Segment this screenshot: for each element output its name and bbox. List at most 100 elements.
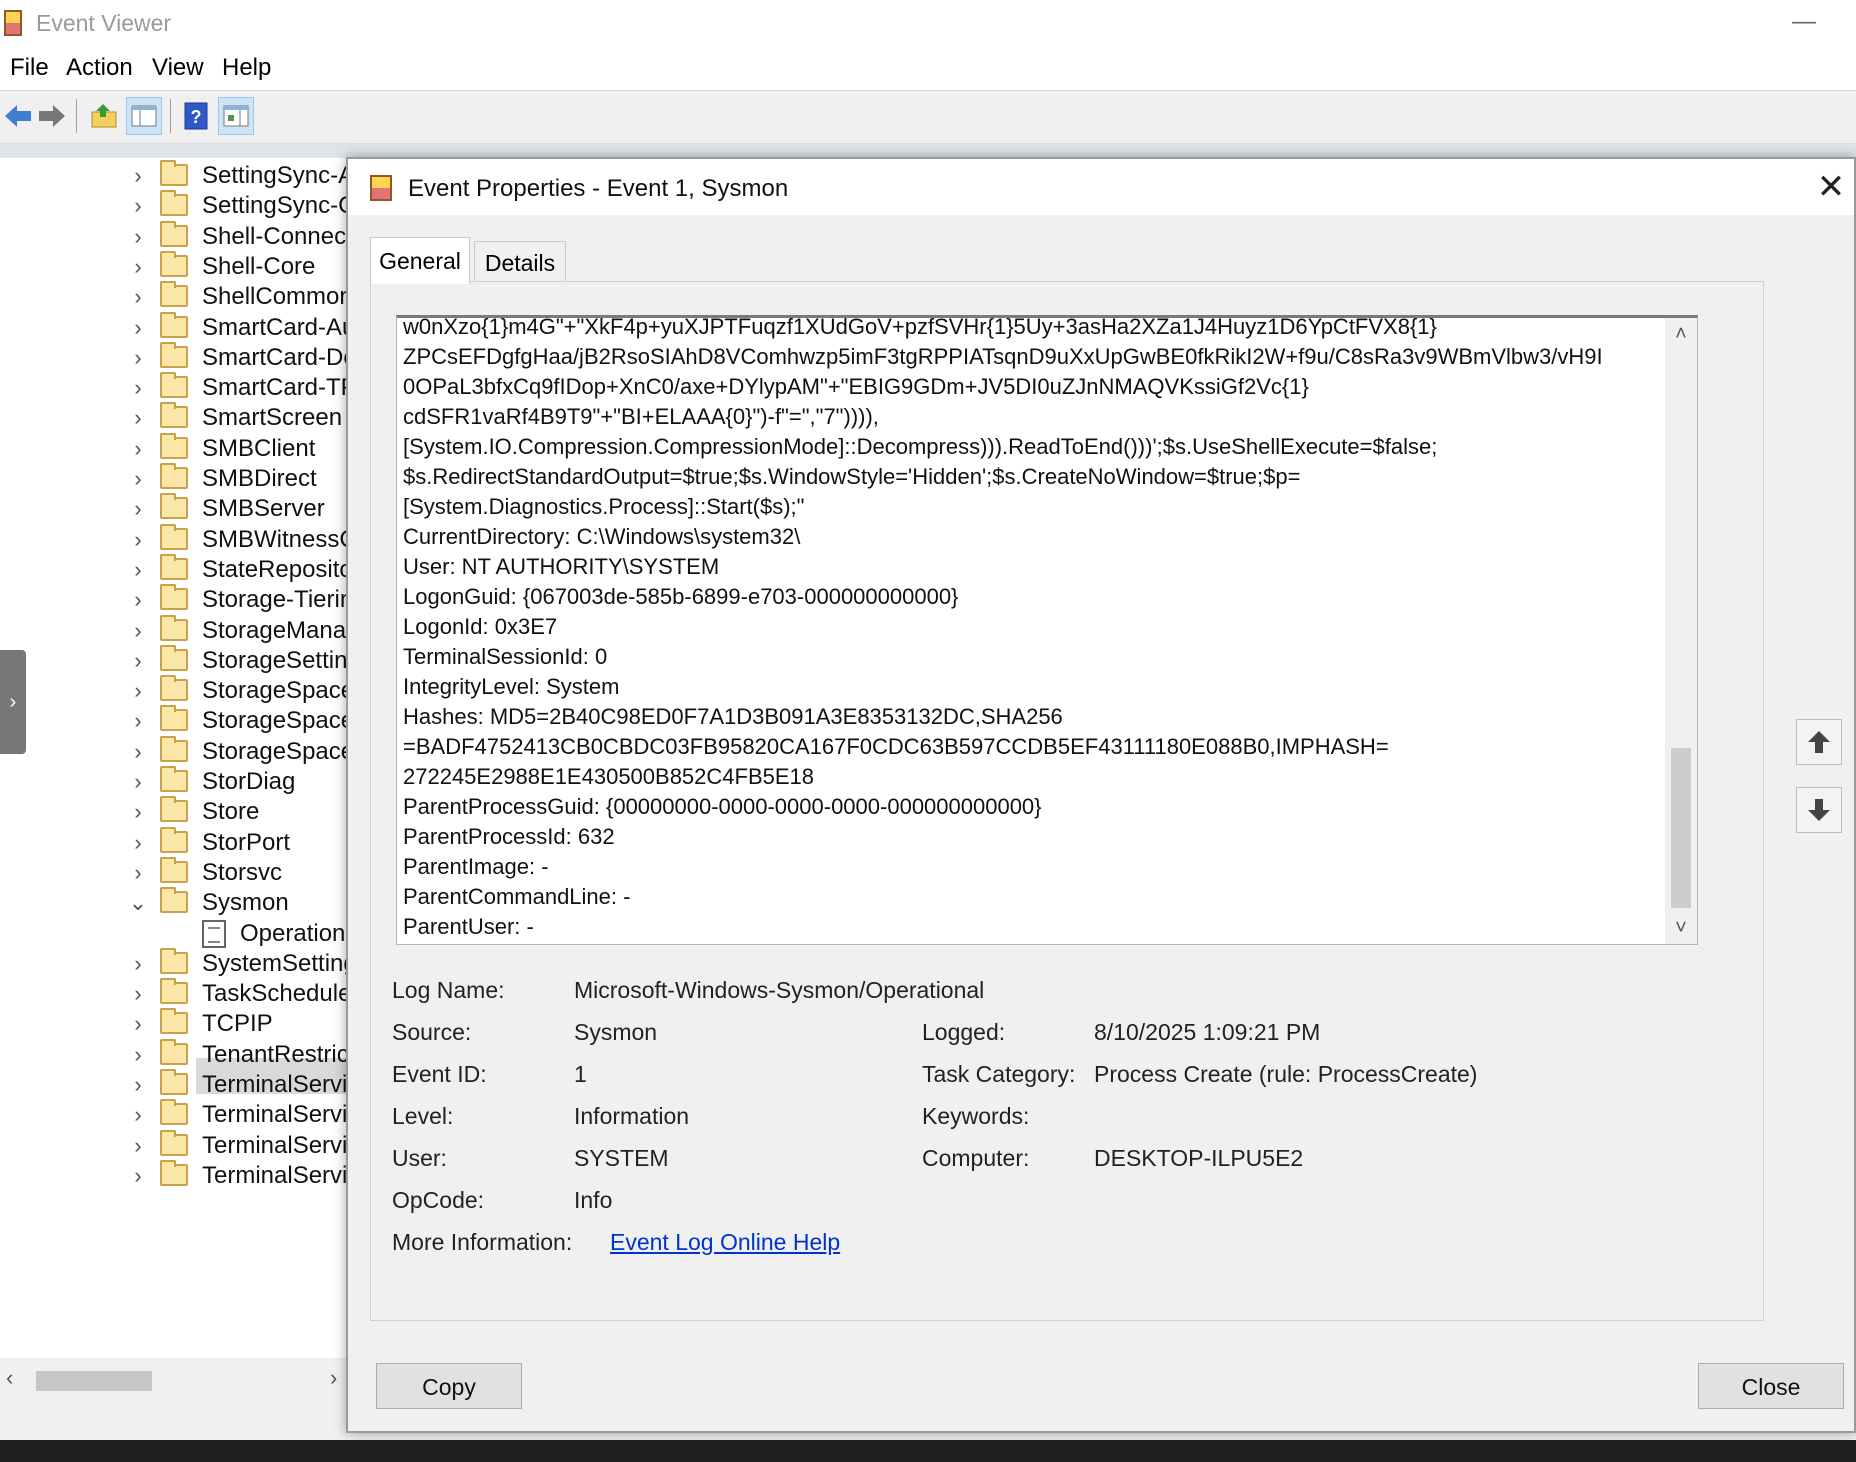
level-label: Level: [392, 1103, 454, 1129]
help-button[interactable]: ? [178, 97, 214, 135]
menu-action[interactable]: Action [66, 54, 133, 82]
description-line: User: NT AUTHORITY\SYSTEM [403, 554, 720, 579]
description-line: w0nXzo{1}m4G"+"XkF4p+yuXJPTFuqzf1XUdGoV+… [403, 314, 1437, 339]
folder-icon [160, 978, 188, 1005]
folder-icon [160, 1008, 188, 1035]
dialog-close-button[interactable]: ✕ [1808, 165, 1854, 209]
folder-icon [160, 584, 188, 611]
tree-item-label: Storsvc [202, 858, 283, 886]
menu-help[interactable]: Help [222, 54, 271, 82]
folder-icon [160, 493, 188, 520]
tree-item-label: Shell-Connect [202, 222, 353, 250]
menu-view[interactable]: View [152, 54, 204, 82]
folder-icon [160, 523, 188, 550]
tree-item-label: StateReposito [202, 555, 353, 583]
description-line: $s.RedirectStandardOutput=$true;$s.Windo… [403, 464, 1301, 489]
folder-icon [160, 614, 188, 641]
tree-scroll-thumb[interactable] [36, 1371, 152, 1391]
tree-item-label: Operational [240, 919, 353, 947]
back-arrow-icon [5, 105, 31, 127]
tree-item-label: TerminalServic [202, 1101, 353, 1129]
tree-item-label: Sysmon [202, 889, 289, 917]
description-line: 272245E2988E1E430500B852C4FB5E18 [403, 764, 815, 789]
up-level-button[interactable] [86, 97, 122, 135]
folder-icon [160, 1038, 188, 1065]
minimize-button[interactable]: — [1782, 4, 1826, 40]
toolbar-separator [76, 99, 77, 133]
folder-icon [160, 190, 188, 217]
folder-icon [160, 432, 188, 459]
toolbar: ? [0, 91, 1856, 144]
event-log-icon [202, 919, 226, 948]
chevron-right-icon[interactable]: › [128, 1158, 148, 1194]
show-hide-console-tree-button[interactable] [126, 97, 162, 135]
tree-item-label: SMBServer [202, 495, 325, 523]
logged-label: Logged: [922, 1019, 1006, 1045]
folder-icon [160, 311, 188, 338]
scroll-down-icon[interactable]: ˅ [1665, 916, 1697, 940]
description-line: ParentProcessGuid: {00000000-0000-0000-0… [403, 794, 1042, 819]
logged-value: 8/10/2025 1:09:21 PM [1094, 1019, 1321, 1045]
description-line: 0OPaL3bfxCq9fIDop+XnC0/axe+DYlypAM"+"EBI… [403, 374, 1309, 399]
tree-item-label: StorageSpaces [202, 737, 353, 765]
tree-horizontal-scrollbar[interactable]: ‹ › [0, 1363, 352, 1397]
tree-item-folder[interactable]: › TerminalServic [0, 1158, 352, 1194]
show-hide-action-pane-button[interactable] [218, 97, 254, 135]
scroll-up-icon[interactable]: ˄ [1665, 322, 1697, 346]
tree-item-label: TenantRestrict [202, 1040, 353, 1068]
folder-icon [160, 220, 188, 247]
event-description-text[interactable]: w0nXzo{1}m4G"+"XkF4p+yuXJPTFuqzf1XUdGoV+… [403, 312, 1661, 942]
more-information-label: More Information: [392, 1229, 573, 1255]
scroll-left-icon[interactable]: ‹ [6, 1365, 13, 1391]
scroll-right-icon[interactable]: › [330, 1365, 337, 1391]
user-label: User: [392, 1145, 447, 1171]
event-description-box[interactable]: w0nXzo{1}m4G"+"XkF4p+yuXJPTFuqzf1XUdGoV+… [396, 312, 1698, 945]
close-button[interactable]: Close [1698, 1363, 1844, 1409]
dialog-title-bar: Event Properties - Event 1, Sysmon ✕ [348, 159, 1854, 215]
folder-icon [160, 675, 188, 702]
tree-item-label: TerminalServic [202, 1131, 353, 1159]
forward-button[interactable] [34, 97, 70, 135]
app-title: Event Viewer [36, 10, 172, 36]
description-vertical-scrollbar[interactable]: ˄ ˅ [1665, 318, 1697, 944]
copy-button[interactable]: Copy [376, 1363, 522, 1409]
toolbar-separator [170, 99, 171, 133]
action-pane-icon [223, 105, 249, 127]
description-line: ParentCommandLine: - [403, 884, 631, 909]
description-line: ParentUser: - [403, 914, 534, 939]
menu-bar: File Action View Help [0, 46, 1856, 91]
description-line: Hashes: MD5=2B40C98ED0F7A1D3B091A3E83531… [403, 704, 1063, 729]
description-line: cdSFR1vaRf4B9T9"+"BI+ELAAA{0}")-f"=","7"… [403, 404, 879, 429]
tab-details[interactable]: Details [474, 241, 566, 282]
previous-event-button[interactable] [1796, 719, 1842, 765]
menu-file[interactable]: File [10, 54, 49, 82]
opcode-label: OpCode: [392, 1187, 485, 1213]
tree-item-label: SMBDirect [202, 465, 317, 492]
description-scroll-thumb[interactable] [1671, 748, 1691, 908]
opcode-value: Info [574, 1187, 613, 1213]
folder-icon [160, 766, 188, 792]
event-id-value: 1 [574, 1061, 587, 1087]
folder-icon [160, 160, 188, 186]
back-button[interactable] [0, 97, 36, 135]
tree-item-label: SmartCard-Au [202, 313, 353, 341]
console-tree-icon [131, 105, 157, 127]
event-properties-icon [370, 175, 392, 201]
folder-icon [160, 856, 188, 883]
next-event-button[interactable] [1796, 787, 1842, 833]
tree-item-label: StorageManag [202, 616, 353, 644]
folder-icon [160, 1129, 188, 1156]
description-line: [System.IO.Compression.CompressionMode]:… [403, 434, 1438, 459]
tree-item-label: TerminalServic [202, 1161, 353, 1189]
description-line: [System.Diagnostics.Process]::Start($s);… [403, 494, 805, 519]
taskbar-edge [0, 1440, 1856, 1462]
folder-icon [160, 553, 188, 580]
folder-icon [160, 1099, 188, 1126]
description-line: LogonId: 0x3E7 [403, 614, 558, 639]
description-line: =BADF4752413CB0CBDC03FB95820CA167F0CDC63… [403, 734, 1389, 759]
pane-toggle-handle[interactable]: › [0, 650, 26, 754]
event-log-online-help-link[interactable]: Event Log Online Help [610, 1229, 840, 1256]
tab-general[interactable]: General [370, 237, 470, 284]
folder-icon [160, 947, 188, 974]
folder-icon [160, 372, 188, 399]
